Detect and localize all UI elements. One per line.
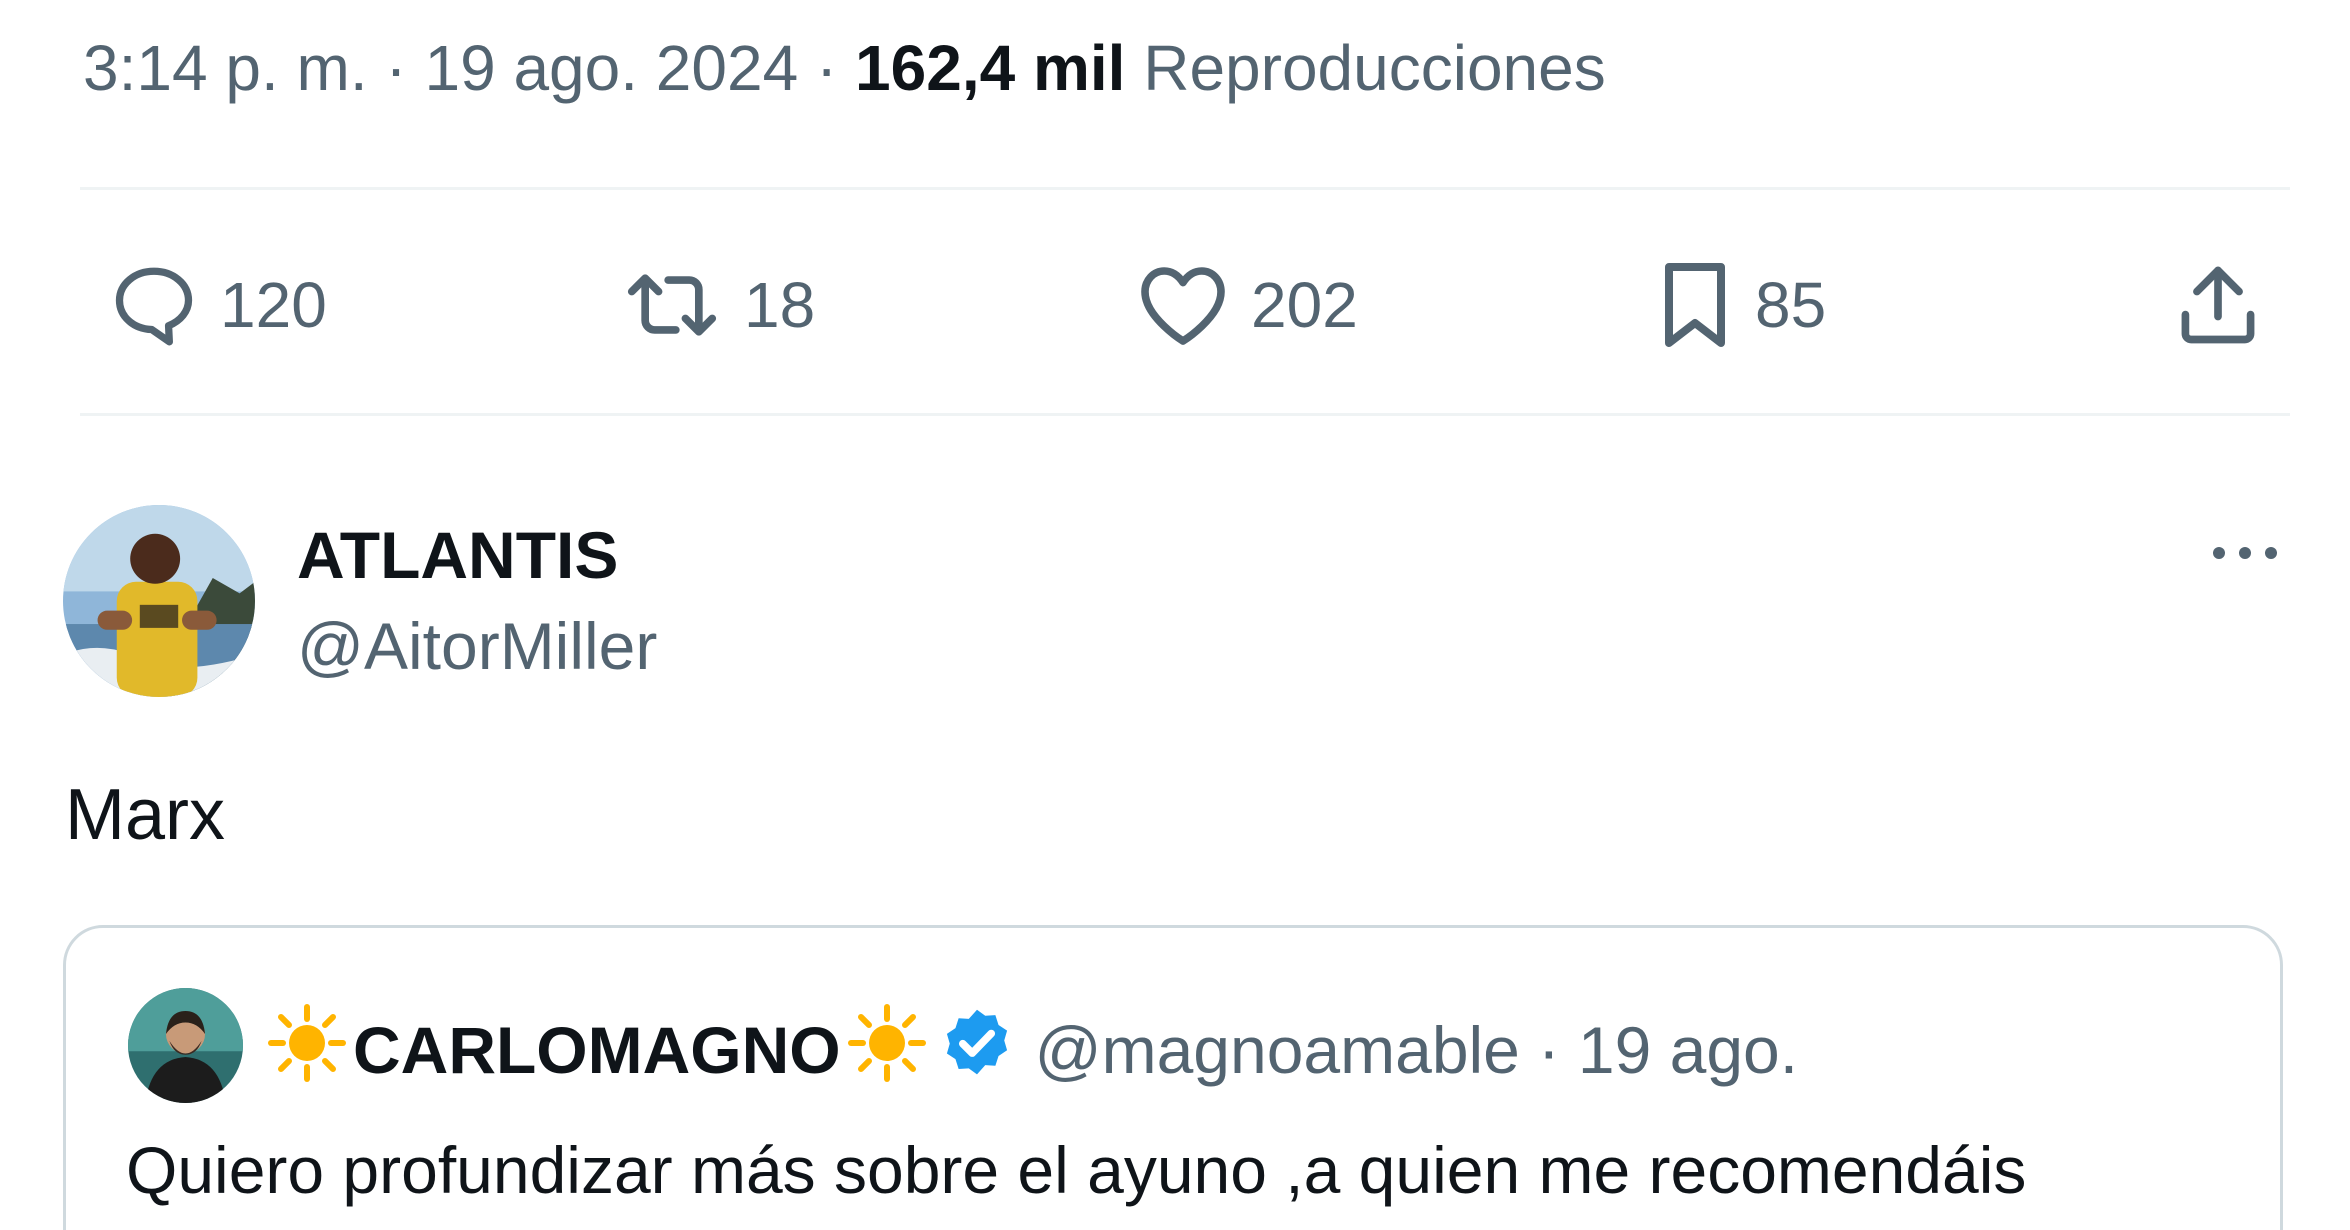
bookmark-icon bbox=[1655, 256, 1735, 354]
share-icon bbox=[2172, 259, 2264, 351]
retweet-icon bbox=[620, 259, 724, 351]
bookmark-button[interactable]: 85 bbox=[1655, 250, 1826, 360]
quoted-author-avatar[interactable] bbox=[128, 988, 243, 1103]
retweet-count: 18 bbox=[744, 269, 816, 341]
meta-separator: · bbox=[385, 32, 407, 104]
tweet-meta-line: 3:14 p. m. · 19 ago. 2024 · 162,4 mil Re… bbox=[83, 28, 1606, 108]
quoted-author-name[interactable]: CARLOMAGNO bbox=[353, 1012, 841, 1088]
views-label: Reproducciones bbox=[1143, 32, 1606, 104]
tweet-date[interactable]: 19 ago. 2024 bbox=[424, 32, 798, 104]
views-count[interactable]: 162,4 mil bbox=[855, 32, 1125, 104]
reply-count: 120 bbox=[220, 269, 327, 341]
reply-button[interactable]: 120 bbox=[108, 250, 327, 360]
quoted-date[interactable]: 19 ago. bbox=[1578, 1012, 1798, 1088]
quoted-separator: · bbox=[1537, 1013, 1560, 1087]
divider bbox=[80, 413, 2290, 416]
like-count: 202 bbox=[1251, 269, 1358, 341]
bookmark-count: 85 bbox=[1755, 269, 1827, 341]
quoted-header: CARLOMAGNO @magnoamable · 19 ago. bbox=[261, 1000, 1798, 1100]
sun-emoji-icon bbox=[847, 1003, 927, 1098]
share-button[interactable] bbox=[2172, 250, 2264, 360]
author-avatar[interactable] bbox=[63, 505, 255, 697]
divider bbox=[80, 187, 2290, 190]
quoted-author-handle[interactable]: @magnoamable bbox=[1035, 1012, 1520, 1088]
more-options-button[interactable] bbox=[2200, 525, 2290, 585]
quoted-tweet-card[interactable]: CARLOMAGNO @magnoamable · 19 ago. Quiero… bbox=[63, 925, 2283, 1230]
author-handle[interactable]: @AitorMiller bbox=[297, 606, 657, 686]
author-name[interactable]: ATLANTIS bbox=[297, 515, 618, 595]
tweet-detail-view: 3:14 p. m. · 19 ago. 2024 · 162,4 mil Re… bbox=[0, 0, 2350, 1230]
retweet-button[interactable]: 18 bbox=[620, 250, 815, 360]
heart-icon bbox=[1135, 259, 1231, 351]
tweet-text: Marx bbox=[65, 775, 225, 855]
like-button[interactable]: 202 bbox=[1135, 250, 1358, 360]
verified-badge-icon bbox=[939, 1005, 1015, 1096]
sun-emoji-icon bbox=[267, 1003, 347, 1098]
more-icon bbox=[2209, 543, 2281, 568]
reply-icon bbox=[108, 259, 200, 351]
quoted-tweet-text: Quiero profundizar más sobre el ayuno ,a… bbox=[126, 1133, 2027, 1207]
tweet-time[interactable]: 3:14 p. m. bbox=[83, 32, 368, 104]
meta-separator: · bbox=[815, 32, 838, 104]
